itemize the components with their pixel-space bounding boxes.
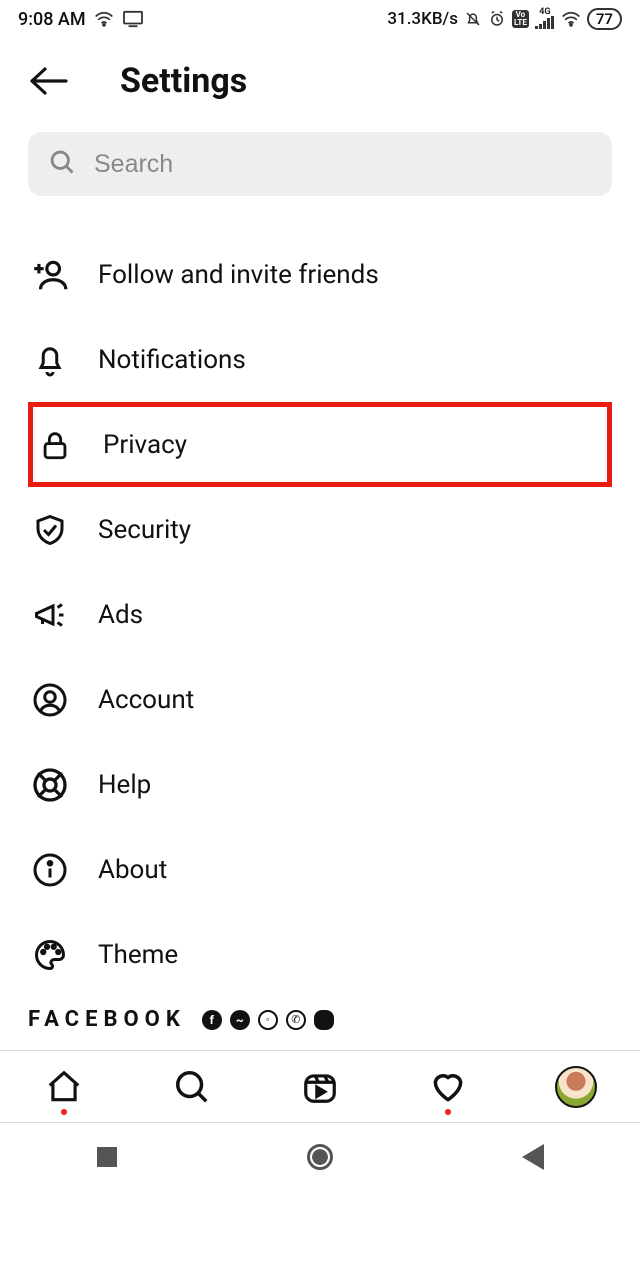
item-label: Follow and invite friends	[98, 260, 379, 290]
cast-icon	[122, 10, 144, 28]
tab-search[interactable]	[170, 1065, 214, 1109]
system-navbar	[0, 1122, 640, 1190]
item-label: Help	[98, 770, 151, 800]
tab-profile[interactable]	[554, 1065, 598, 1109]
item-notifications[interactable]: Notifications	[28, 317, 612, 402]
facebook-icons: f ~ ◦ ✆	[202, 1010, 334, 1030]
palette-icon	[30, 935, 70, 975]
item-follow-invite[interactable]: Follow and invite friends	[28, 232, 612, 317]
facebook-family-row: FACEBOOK f ~ ◦ ✆	[0, 1007, 640, 1050]
sys-recents[interactable]	[92, 1142, 122, 1172]
item-theme[interactable]: Theme	[28, 912, 612, 997]
item-label: About	[98, 855, 167, 885]
messenger-icon: ~	[230, 1010, 250, 1030]
whatsapp-icon: ✆	[286, 1010, 306, 1030]
avatar	[555, 1066, 597, 1108]
info-icon	[30, 850, 70, 890]
wifi2-icon	[561, 11, 581, 27]
item-label: Security	[98, 515, 191, 545]
tab-home[interactable]	[42, 1065, 86, 1109]
settings-list: Follow and invite friends Notifications …	[0, 196, 640, 1007]
user-circle-icon	[30, 680, 70, 720]
item-help[interactable]: Help	[28, 742, 612, 827]
item-label: Notifications	[98, 345, 246, 375]
item-security[interactable]: Security	[28, 487, 612, 572]
lifebuoy-icon	[30, 765, 70, 805]
item-account[interactable]: Account	[28, 657, 612, 742]
tab-activity[interactable]	[426, 1065, 470, 1109]
status-bar: 9:08 AM 31.3KB/s VoLTE 4G 77	[0, 0, 640, 34]
status-left: 9:08 AM	[18, 9, 144, 30]
item-label: Theme	[98, 940, 178, 970]
tab-reels[interactable]	[298, 1065, 342, 1109]
page-title: Settings	[120, 61, 247, 101]
item-ads[interactable]: Ads	[28, 572, 612, 657]
sys-home[interactable]	[305, 1142, 335, 1172]
page-header: Settings	[0, 34, 640, 132]
shield-icon	[30, 510, 70, 550]
search-container	[0, 132, 640, 196]
app-tabbar	[0, 1050, 640, 1122]
lock-icon	[35, 425, 75, 465]
bell-icon	[30, 340, 70, 380]
status-right: 31.3KB/s VoLTE 4G 77	[387, 8, 622, 30]
item-about[interactable]: About	[28, 827, 612, 912]
add-user-icon	[30, 255, 70, 295]
sys-back[interactable]	[518, 1142, 548, 1172]
battery-level: 77	[587, 8, 622, 30]
item-privacy[interactable]: Privacy	[28, 402, 612, 487]
item-label: Privacy	[103, 430, 187, 460]
oculus-icon	[314, 1010, 334, 1030]
megaphone-icon	[30, 595, 70, 635]
bell-off-icon	[464, 10, 482, 28]
back-button[interactable]	[28, 60, 70, 102]
status-kbps: 31.3KB/s	[387, 9, 458, 29]
search-icon	[48, 148, 76, 180]
volte-icon: VoLTE	[512, 10, 529, 28]
search-box[interactable]	[28, 132, 612, 196]
search-input[interactable]	[94, 150, 592, 179]
wifi-icon	[94, 11, 114, 27]
facebook-word: FACEBOOK	[28, 1007, 186, 1032]
item-label: Account	[98, 685, 194, 715]
signal-icon: 4G	[535, 9, 555, 29]
status-time: 9:08 AM	[18, 9, 86, 30]
item-label: Ads	[98, 600, 143, 630]
facebook-icon: f	[202, 1010, 222, 1030]
alarm-icon	[488, 10, 506, 28]
instagram-icon: ◦	[258, 1010, 278, 1030]
